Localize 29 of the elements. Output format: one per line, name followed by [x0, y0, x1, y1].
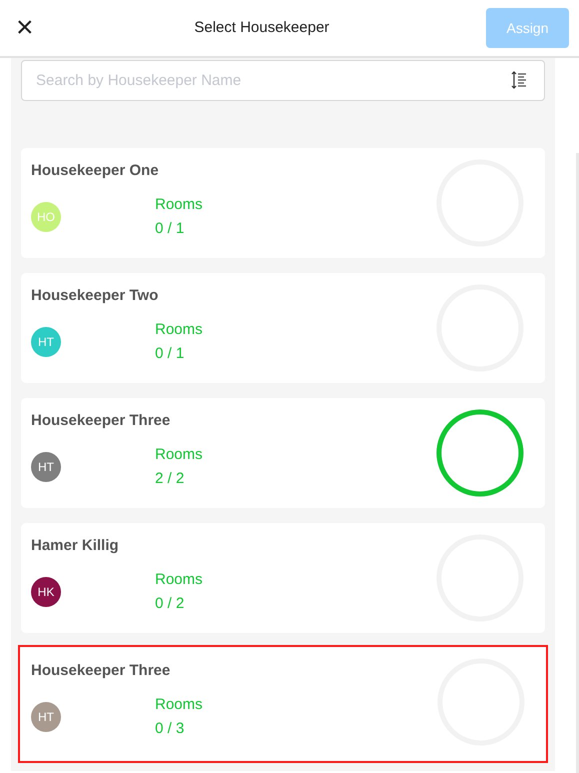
- housekeeper-name: Housekeeper One: [31, 161, 160, 181]
- avatar: HK: [31, 576, 61, 606]
- search-field[interactable]: Search by Housekeeper Name: [21, 60, 545, 101]
- housekeeper-name: Housekeeper Two: [31, 286, 160, 306]
- rooms-count: 0 / 2: [155, 594, 186, 614]
- avatar: HT: [31, 702, 61, 732]
- avatar: HO: [31, 202, 61, 232]
- sort-icon[interactable]: [511, 70, 527, 90]
- housekeeper-card[interactable]: Housekeeper Three HT Rooms 2 / 2: [21, 398, 545, 508]
- housekeeper-card[interactable]: Hamer Killig HK Rooms 0 / 2: [21, 523, 545, 633]
- rooms-label: Rooms: [155, 444, 203, 464]
- rooms-count: 2 / 2: [155, 468, 186, 488]
- avatar: HT: [31, 452, 61, 482]
- rooms-label: Rooms: [155, 694, 203, 714]
- housekeeper-name: Housekeeper Three: [31, 411, 172, 431]
- housekeeper-card[interactable]: Housekeeper Three HT Rooms 0 / 3: [18, 645, 548, 763]
- housekeeper-name: Housekeeper Three: [31, 661, 172, 681]
- rooms-count: 0 / 1: [155, 218, 186, 238]
- close-button[interactable]: ×: [12, 13, 38, 43]
- rooms-label: Rooms: [155, 194, 203, 214]
- rooms-label: Rooms: [155, 320, 203, 340]
- housekeeper-card[interactable]: Housekeeper One HO Rooms 0 / 1: [21, 148, 545, 258]
- rooms-label: Rooms: [155, 570, 203, 590]
- housekeeper-name: Hamer Killig: [31, 536, 120, 556]
- housekeeper-card[interactable]: Housekeeper Two HT Rooms 0 / 1: [21, 273, 545, 383]
- avatar: HT: [31, 326, 61, 356]
- rooms-count: 0 / 1: [155, 344, 186, 364]
- dialog-title: Select Housekeeper: [194, 18, 330, 38]
- rooms-count: 0 / 3: [155, 718, 186, 738]
